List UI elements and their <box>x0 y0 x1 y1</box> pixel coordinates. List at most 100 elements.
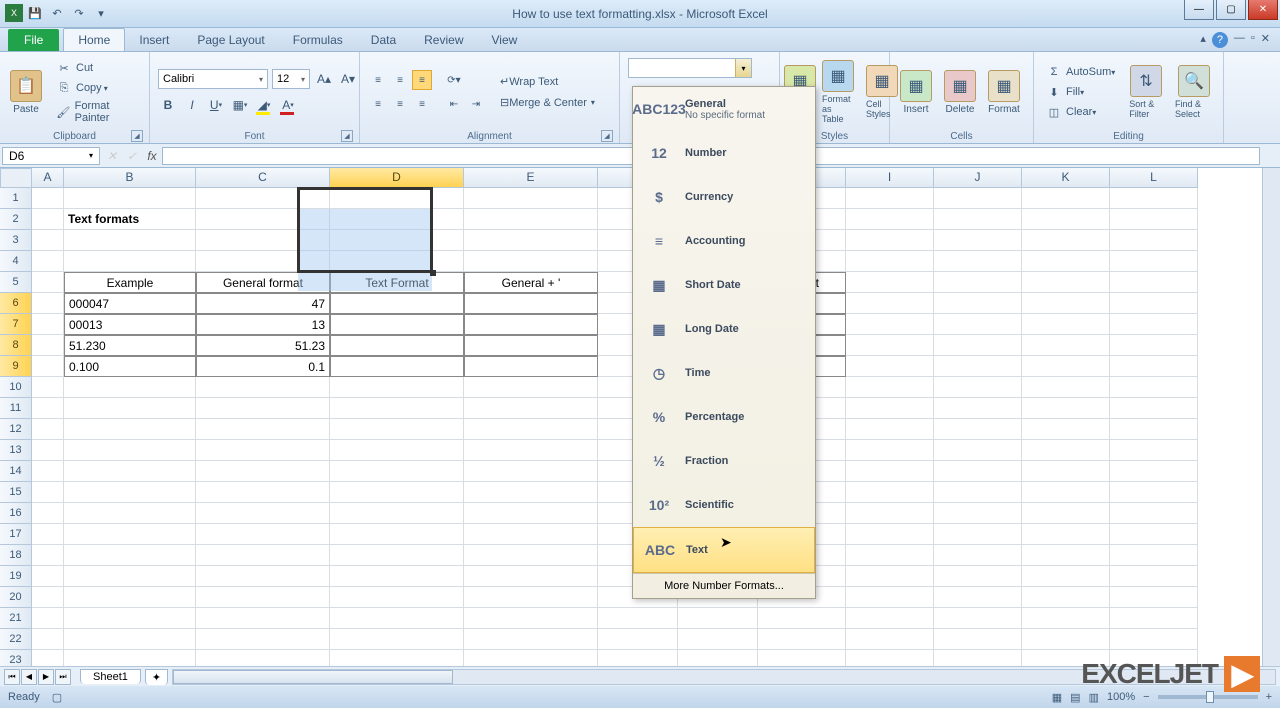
cell-K3[interactable] <box>1022 230 1110 251</box>
cell-B14[interactable] <box>64 461 196 482</box>
cell-A14[interactable] <box>32 461 64 482</box>
cell-D5[interactable]: Text Format <box>330 272 464 293</box>
cell-C20[interactable] <box>196 587 330 608</box>
file-tab[interactable]: File <box>8 29 59 51</box>
cell-K2[interactable] <box>1022 209 1110 230</box>
cell-E7[interactable] <box>464 314 598 335</box>
cell-C15[interactable] <box>196 482 330 503</box>
cell-B22[interactable] <box>64 629 196 650</box>
cell-I9[interactable] <box>846 356 934 377</box>
close-button[interactable]: ✕ <box>1248 0 1278 20</box>
cell-L21[interactable] <box>1110 608 1198 629</box>
cell-I23[interactable] <box>846 650 934 666</box>
cell-J21[interactable] <box>934 608 1022 629</box>
cancel-formula-icon[interactable]: ✕ <box>102 149 122 163</box>
cell-K10[interactable] <box>1022 377 1110 398</box>
row-header-16[interactable]: 16 <box>0 503 32 524</box>
cell-B8[interactable]: 51.230 <box>64 335 196 356</box>
cell-E15[interactable] <box>464 482 598 503</box>
cell-J1[interactable] <box>934 188 1022 209</box>
cell-L11[interactable] <box>1110 398 1198 419</box>
cell-D8[interactable] <box>330 335 464 356</box>
minimize-ribbon-icon[interactable]: ▴ <box>1200 32 1206 48</box>
cell-J18[interactable] <box>934 545 1022 566</box>
cell-B6[interactable]: 000047 <box>64 293 196 314</box>
cell-I1[interactable] <box>846 188 934 209</box>
cell-B21[interactable] <box>64 608 196 629</box>
number-format-combo[interactable]: ▾ <box>628 58 752 78</box>
row-header-11[interactable]: 11 <box>0 398 32 419</box>
cell-L2[interactable] <box>1110 209 1198 230</box>
row-header-4[interactable]: 4 <box>0 251 32 272</box>
tab-view[interactable]: View <box>478 29 532 51</box>
cell-C13[interactable] <box>196 440 330 461</box>
copy-button[interactable]: ⎘Copy▾ <box>52 79 145 97</box>
row-header-14[interactable]: 14 <box>0 461 32 482</box>
cell-K14[interactable] <box>1022 461 1110 482</box>
cell-E21[interactable] <box>464 608 598 629</box>
cell-A4[interactable] <box>32 251 64 272</box>
cell-K22[interactable] <box>1022 629 1110 650</box>
cell-I11[interactable] <box>846 398 934 419</box>
cell-D13[interactable] <box>330 440 464 461</box>
cell-E10[interactable] <box>464 377 598 398</box>
cell-A3[interactable] <box>32 230 64 251</box>
tab-data[interactable]: Data <box>357 29 410 51</box>
format-as-table-button[interactable]: ▦Format as Table <box>816 58 860 126</box>
row-header-10[interactable]: 10 <box>0 377 32 398</box>
zoom-in-button[interactable]: + <box>1266 691 1272 703</box>
autosum-button[interactable]: ΣAutoSum▾ <box>1042 63 1119 81</box>
cell-L14[interactable] <box>1110 461 1198 482</box>
cell-C12[interactable] <box>196 419 330 440</box>
cell-E13[interactable] <box>464 440 598 461</box>
cell-I3[interactable] <box>846 230 934 251</box>
cell-A17[interactable] <box>32 524 64 545</box>
col-header-J[interactable]: J <box>934 168 1022 188</box>
decrease-indent-icon[interactable]: ⇤ <box>444 94 464 114</box>
cell-C4[interactable] <box>196 251 330 272</box>
row-header-19[interactable]: 19 <box>0 566 32 587</box>
cell-L12[interactable] <box>1110 419 1198 440</box>
cell-L8[interactable] <box>1110 335 1198 356</box>
clear-button[interactable]: ◫Clear▾ <box>1042 103 1119 121</box>
cell-L20[interactable] <box>1110 587 1198 608</box>
cell-K13[interactable] <box>1022 440 1110 461</box>
cell-E20[interactable] <box>464 587 598 608</box>
align-middle-icon[interactable]: ≡ <box>390 70 410 90</box>
cell-B11[interactable] <box>64 398 196 419</box>
col-header-I[interactable]: I <box>846 168 934 188</box>
cell-B15[interactable] <box>64 482 196 503</box>
col-header-L[interactable]: L <box>1110 168 1198 188</box>
cell-F22[interactable] <box>598 629 678 650</box>
macro-record-icon[interactable]: ▢ <box>52 691 62 704</box>
row-header-5[interactable]: 5 <box>0 272 32 293</box>
cell-I20[interactable] <box>846 587 934 608</box>
cell-C3[interactable] <box>196 230 330 251</box>
zoom-slider[interactable] <box>1158 695 1258 699</box>
fx-icon[interactable]: fx <box>142 149 162 163</box>
cell-K18[interactable] <box>1022 545 1110 566</box>
cell-I15[interactable] <box>846 482 934 503</box>
cell-D23[interactable] <box>330 650 464 666</box>
cell-L9[interactable] <box>1110 356 1198 377</box>
cell-J7[interactable] <box>934 314 1022 335</box>
cell-A22[interactable] <box>32 629 64 650</box>
cell-A6[interactable] <box>32 293 64 314</box>
select-all-corner[interactable] <box>0 168 32 188</box>
cell-C18[interactable] <box>196 545 330 566</box>
cell-H22[interactable] <box>758 629 846 650</box>
tab-page-layout[interactable]: Page Layout <box>183 29 278 51</box>
cell-J22[interactable] <box>934 629 1022 650</box>
cell-A8[interactable] <box>32 335 64 356</box>
insert-cells-button[interactable]: ▦Insert <box>894 68 938 117</box>
cell-L18[interactable] <box>1110 545 1198 566</box>
fill-color-button[interactable]: ◢▾ <box>254 95 274 115</box>
cell-E2[interactable] <box>464 209 598 230</box>
cell-D7[interactable] <box>330 314 464 335</box>
name-box[interactable]: D6▾ <box>2 147 100 165</box>
cell-E14[interactable] <box>464 461 598 482</box>
minimize-button[interactable]: ― <box>1184 0 1214 20</box>
cell-L17[interactable] <box>1110 524 1198 545</box>
cell-A11[interactable] <box>32 398 64 419</box>
cell-D18[interactable] <box>330 545 464 566</box>
